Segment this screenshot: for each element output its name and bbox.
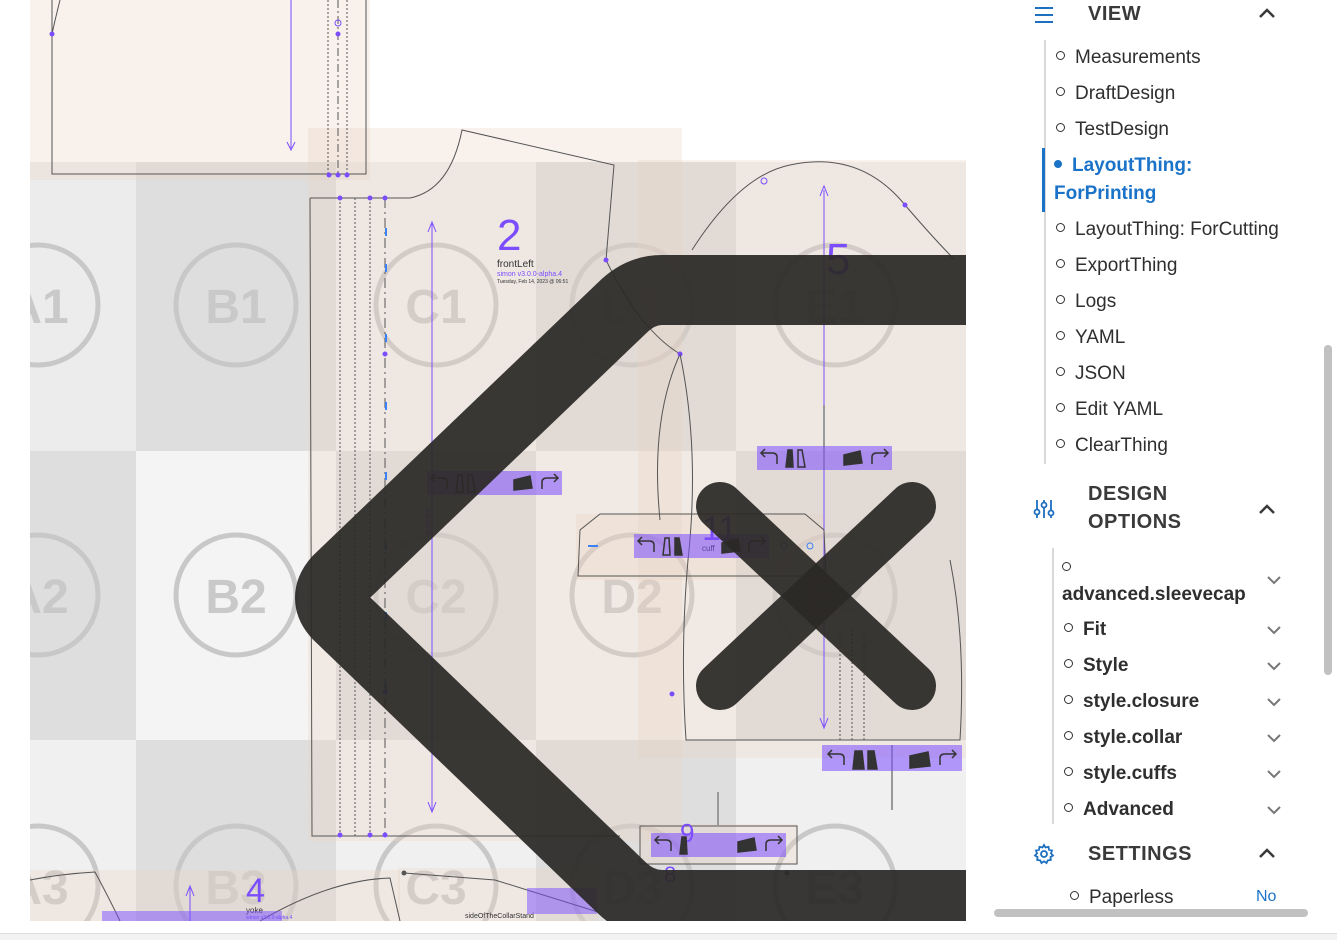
- design-options-section-header[interactable]: DESIGN OPTIONS: [990, 480, 1310, 540]
- option-advanced[interactable]: Advanced: [1064, 797, 1174, 823]
- piece-number: 4: [246, 872, 265, 910]
- tile-label: A2: [7, 571, 68, 624]
- view-menu: Measurements DraftDesign TestDesign Layo…: [1044, 40, 1306, 464]
- sidebar-horizontal-scrollbar[interactable]: [994, 909, 1308, 917]
- option-style[interactable]: Style: [1064, 653, 1128, 679]
- sliders-icon: [1033, 500, 1055, 518]
- chevron-down-icon[interactable]: [1266, 658, 1282, 674]
- piece-number: 2: [497, 211, 521, 260]
- layout-canvas[interactable]: A1 B1 C1 D1 E1 A2 B2 C2 D2 E2 A3 B3 C3 D…: [0, 0, 990, 939]
- gear-icon: [1033, 843, 1055, 865]
- chevron-down-icon[interactable]: [1266, 572, 1282, 588]
- chevron-up-icon[interactable]: [1258, 502, 1276, 516]
- view-item-logs[interactable]: Logs: [1056, 289, 1116, 315]
- design-options-menu: advanced.sleevecap Fit Style style.closu…: [1052, 548, 1304, 824]
- view-item-edit-yaml[interactable]: Edit YAML: [1056, 397, 1163, 423]
- setting-paperless[interactable]: Paperless: [1070, 885, 1174, 911]
- piece-version: simon v3.0.0-alpha.4: [497, 271, 562, 278]
- view-item-yaml[interactable]: YAML: [1056, 325, 1125, 351]
- pattern-layout-svg[interactable]: A1 B1 C1 D1 E1 A2 B2 C2 D2 E2 A3 B3 C3 D…: [0, 0, 990, 939]
- tile-label: A1: [7, 281, 68, 334]
- active-indicator: [1042, 148, 1045, 212]
- view-item-clear[interactable]: ClearThing: [1056, 433, 1168, 459]
- view-item-draftdesign[interactable]: DraftDesign: [1056, 81, 1175, 107]
- chevron-down-icon[interactable]: [1266, 622, 1282, 638]
- chevron-down-icon[interactable]: [1266, 730, 1282, 746]
- view-item-layout-printing[interactable]: LayoutThing: ForPrinting: [1054, 152, 1254, 208]
- part-toolbar[interactable]: [651, 833, 786, 857]
- piece-date: Tuesday, Feb 14, 2023 @ 06:51: [497, 279, 568, 285]
- option-style-collar[interactable]: style.collar: [1064, 725, 1182, 751]
- view-section-title: VIEW: [1088, 3, 1142, 25]
- chevron-down-icon[interactable]: [1266, 694, 1282, 710]
- tile-label: B1: [205, 281, 266, 334]
- settings-title: SETTINGS: [1088, 843, 1193, 865]
- design-options-title: DESIGN OPTIONS: [1088, 483, 1182, 533]
- view-item-testdesign[interactable]: TestDesign: [1056, 117, 1169, 143]
- settings-section-header[interactable]: SETTINGS: [990, 840, 1310, 870]
- tile-label: B2: [205, 571, 266, 624]
- option-fit[interactable]: Fit: [1064, 617, 1106, 643]
- menu-icon: [1035, 7, 1053, 23]
- view-item-measurements[interactable]: Measurements: [1056, 45, 1201, 71]
- view-item-json[interactable]: JSON: [1056, 361, 1126, 387]
- part-toolbar[interactable]: [757, 446, 892, 470]
- piece-name: frontLeft: [497, 259, 534, 270]
- option-style-closure[interactable]: style.closure: [1064, 689, 1199, 715]
- option-style-cuffs[interactable]: style.cuffs: [1064, 761, 1177, 787]
- chevron-up-icon[interactable]: [1258, 6, 1276, 20]
- view-section-header[interactable]: VIEW: [990, 0, 1310, 30]
- chevron-down-icon[interactable]: [1266, 766, 1282, 782]
- sidebar-vertical-scrollbar[interactable]: [1324, 345, 1332, 675]
- chevron-up-icon[interactable]: [1258, 846, 1276, 860]
- piece-name: sideOfTheCollarStand: [465, 913, 534, 920]
- view-item-layout-cutting[interactable]: LayoutThing: ForCutting: [1056, 217, 1279, 243]
- part-toolbar[interactable]: [822, 745, 962, 771]
- sidebar: VIEW Measurements DraftDesign TestDesign…: [990, 0, 1337, 939]
- setting-paperless-value[interactable]: No: [1256, 888, 1276, 906]
- view-item-export[interactable]: ExportThing: [1056, 253, 1177, 279]
- chevron-down-icon[interactable]: [1266, 802, 1282, 818]
- option-advanced-sleevecap[interactable]: advanced.sleevecap: [1062, 556, 1246, 608]
